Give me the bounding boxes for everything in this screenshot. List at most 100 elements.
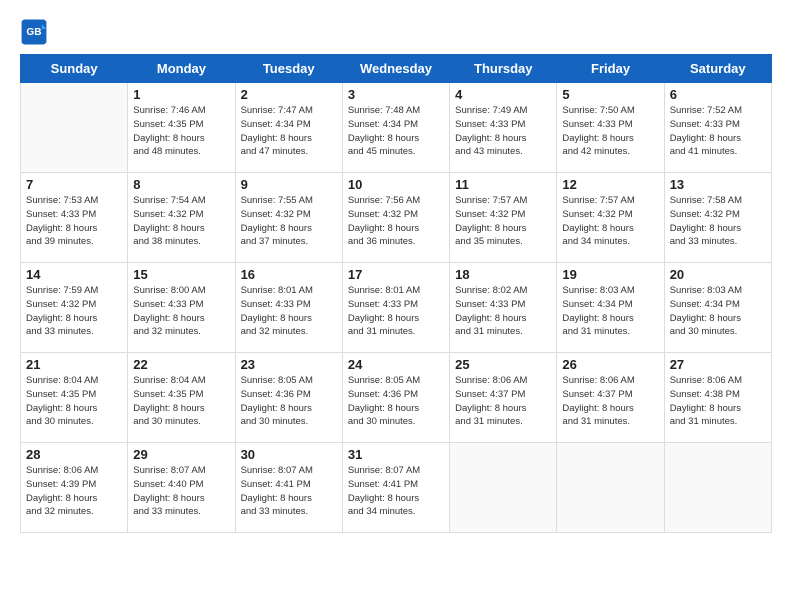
calendar-cell: 15 Sunrise: 8:00 AM Sunset: 4:33 PM Dayli… (128, 263, 235, 353)
calendar-cell: 5 Sunrise: 7:50 AM Sunset: 4:33 PM Daylig… (557, 83, 664, 173)
day-number: 18 (455, 267, 551, 282)
calendar-cell: 19 Sunrise: 8:03 AM Sunset: 4:34 PM Dayli… (557, 263, 664, 353)
calendar-cell (664, 443, 771, 533)
day-info: Sunrise: 8:01 AM Sunset: 4:33 PM Dayligh… (241, 284, 337, 339)
calendar-cell: 26 Sunrise: 8:06 AM Sunset: 4:37 PM Dayli… (557, 353, 664, 443)
calendar-cell: 28 Sunrise: 8:06 AM Sunset: 4:39 PM Dayli… (21, 443, 128, 533)
logo: GB (20, 18, 52, 46)
calendar-cell: 8 Sunrise: 7:54 AM Sunset: 4:32 PM Daylig… (128, 173, 235, 263)
calendar-cell: 14Sunrise: 7:59 AM Sunset: 4:32 PM Dayli… (21, 263, 128, 353)
day-info: Sunrise: 7:59 AM Sunset: 4:32 PM Dayligh… (26, 284, 122, 339)
day-info: Sunrise: 7:46 AM Sunset: 4:35 PM Dayligh… (133, 104, 229, 159)
calendar-cell: 10 Sunrise: 7:56 AM Sunset: 4:32 PM Dayli… (342, 173, 449, 263)
calendar-cell: 1 Sunrise: 7:46 AM Sunset: 4:35 PM Daylig… (128, 83, 235, 173)
day-info: Sunrise: 7:47 AM Sunset: 4:34 PM Dayligh… (241, 104, 337, 159)
calendar-cell: 29 Sunrise: 8:07 AM Sunset: 4:40 PM Dayli… (128, 443, 235, 533)
day-number: 2 (241, 87, 337, 102)
day-info: Sunrise: 8:06 AM Sunset: 4:37 PM Dayligh… (562, 374, 658, 429)
day-number: 17 (348, 267, 444, 282)
calendar-cell: 31Sunrise: 8:07 AM Sunset: 4:41 PM Dayli… (342, 443, 449, 533)
calendar-table: SundayMondayTuesdayWednesdayThursdayFrid… (20, 54, 772, 533)
day-number: 13 (670, 177, 766, 192)
calendar-header-row: SundayMondayTuesdayWednesdayThursdayFrid… (21, 55, 772, 83)
day-info: Sunrise: 7:49 AM Sunset: 4:33 PM Dayligh… (455, 104, 551, 159)
day-number: 8 (133, 177, 229, 192)
calendar-cell: 21Sunrise: 8:04 AM Sunset: 4:35 PM Dayli… (21, 353, 128, 443)
day-number: 5 (562, 87, 658, 102)
day-info: Sunrise: 8:06 AM Sunset: 4:39 PM Dayligh… (26, 464, 122, 519)
day-number: 26 (562, 357, 658, 372)
day-number: 6 (670, 87, 766, 102)
day-number: 9 (241, 177, 337, 192)
day-number: 11 (455, 177, 551, 192)
day-number: 25 (455, 357, 551, 372)
calendar-cell: 4 Sunrise: 7:49 AM Sunset: 4:33 PM Daylig… (450, 83, 557, 173)
day-number: 24 (348, 357, 444, 372)
day-info: Sunrise: 7:57 AM Sunset: 4:32 PM Dayligh… (455, 194, 551, 249)
calendar-cell: 12Sunrise: 7:57 AM Sunset: 4:32 PM Dayli… (557, 173, 664, 263)
day-number: 23 (241, 357, 337, 372)
day-number: 4 (455, 87, 551, 102)
day-info: Sunrise: 8:04 AM Sunset: 4:35 PM Dayligh… (133, 374, 229, 429)
day-info: Sunrise: 8:06 AM Sunset: 4:38 PM Dayligh… (670, 374, 766, 429)
day-info: Sunrise: 8:02 AM Sunset: 4:33 PM Dayligh… (455, 284, 551, 339)
calendar-cell: 24Sunrise: 8:05 AM Sunset: 4:36 PM Dayli… (342, 353, 449, 443)
day-number: 31 (348, 447, 444, 462)
day-info: Sunrise: 8:07 AM Sunset: 4:40 PM Dayligh… (133, 464, 229, 519)
day-number: 20 (670, 267, 766, 282)
day-info: Sunrise: 8:01 AM Sunset: 4:33 PM Dayligh… (348, 284, 444, 339)
day-info: Sunrise: 7:54 AM Sunset: 4:32 PM Dayligh… (133, 194, 229, 249)
day-header-monday: Monday (128, 55, 235, 83)
day-info: Sunrise: 7:48 AM Sunset: 4:34 PM Dayligh… (348, 104, 444, 159)
day-info: Sunrise: 7:55 AM Sunset: 4:32 PM Dayligh… (241, 194, 337, 249)
day-header-tuesday: Tuesday (235, 55, 342, 83)
calendar-cell: 13 Sunrise: 7:58 AM Sunset: 4:32 PM Dayli… (664, 173, 771, 263)
day-info: Sunrise: 7:56 AM Sunset: 4:32 PM Dayligh… (348, 194, 444, 249)
calendar-cell (450, 443, 557, 533)
day-info: Sunrise: 7:53 AM Sunset: 4:33 PM Dayligh… (26, 194, 122, 249)
day-info: Sunrise: 8:04 AM Sunset: 4:35 PM Dayligh… (26, 374, 122, 429)
day-info: Sunrise: 8:07 AM Sunset: 4:41 PM Dayligh… (241, 464, 337, 519)
day-number: 19 (562, 267, 658, 282)
svg-text:GB: GB (26, 27, 41, 38)
calendar-cell: 9 Sunrise: 7:55 AM Sunset: 4:32 PM Daylig… (235, 173, 342, 263)
calendar-cell: 18 Sunrise: 8:02 AM Sunset: 4:33 PM Dayli… (450, 263, 557, 353)
week-row-5: 28 Sunrise: 8:06 AM Sunset: 4:39 PM Dayli… (21, 443, 772, 533)
day-info: Sunrise: 8:03 AM Sunset: 4:34 PM Dayligh… (562, 284, 658, 339)
calendar-cell: 7 Sunrise: 7:53 AM Sunset: 4:33 PM Daylig… (21, 173, 128, 263)
day-info: Sunrise: 7:50 AM Sunset: 4:33 PM Dayligh… (562, 104, 658, 159)
day-header-sunday: Sunday (21, 55, 128, 83)
day-number: 16 (241, 267, 337, 282)
week-row-2: 7 Sunrise: 7:53 AM Sunset: 4:33 PM Daylig… (21, 173, 772, 263)
day-header-saturday: Saturday (664, 55, 771, 83)
day-number: 3 (348, 87, 444, 102)
day-info: Sunrise: 8:06 AM Sunset: 4:37 PM Dayligh… (455, 374, 551, 429)
day-info: Sunrise: 7:58 AM Sunset: 4:32 PM Dayligh… (670, 194, 766, 249)
calendar-cell: 25 Sunrise: 8:06 AM Sunset: 4:37 PM Dayli… (450, 353, 557, 443)
day-info: Sunrise: 8:03 AM Sunset: 4:34 PM Dayligh… (670, 284, 766, 339)
day-number: 10 (348, 177, 444, 192)
calendar-cell: 17 Sunrise: 8:01 AM Sunset: 4:33 PM Dayli… (342, 263, 449, 353)
day-info: Sunrise: 7:52 AM Sunset: 4:33 PM Dayligh… (670, 104, 766, 159)
day-number: 1 (133, 87, 229, 102)
day-number: 30 (241, 447, 337, 462)
calendar-cell: 6 Sunrise: 7:52 AM Sunset: 4:33 PM Daylig… (664, 83, 771, 173)
calendar-cell (21, 83, 128, 173)
day-header-friday: Friday (557, 55, 664, 83)
day-header-wednesday: Wednesday (342, 55, 449, 83)
day-number: 22 (133, 357, 229, 372)
day-number: 28 (26, 447, 122, 462)
calendar-cell: 20 Sunrise: 8:03 AM Sunset: 4:34 PM Dayli… (664, 263, 771, 353)
calendar-cell (557, 443, 664, 533)
calendar-cell: 2 Sunrise: 7:47 AM Sunset: 4:34 PM Daylig… (235, 83, 342, 173)
day-info: Sunrise: 8:00 AM Sunset: 4:33 PM Dayligh… (133, 284, 229, 339)
calendar-cell: 22 Sunrise: 8:04 AM Sunset: 4:35 PM Dayli… (128, 353, 235, 443)
week-row-3: 14Sunrise: 7:59 AM Sunset: 4:32 PM Dayli… (21, 263, 772, 353)
day-number: 7 (26, 177, 122, 192)
day-number: 29 (133, 447, 229, 462)
week-row-1: 1 Sunrise: 7:46 AM Sunset: 4:35 PM Daylig… (21, 83, 772, 173)
day-number: 15 (133, 267, 229, 282)
calendar-cell: 3 Sunrise: 7:48 AM Sunset: 4:34 PM Daylig… (342, 83, 449, 173)
calendar-cell: 23Sunrise: 8:05 AM Sunset: 4:36 PM Dayli… (235, 353, 342, 443)
week-row-4: 21Sunrise: 8:04 AM Sunset: 4:35 PM Dayli… (21, 353, 772, 443)
